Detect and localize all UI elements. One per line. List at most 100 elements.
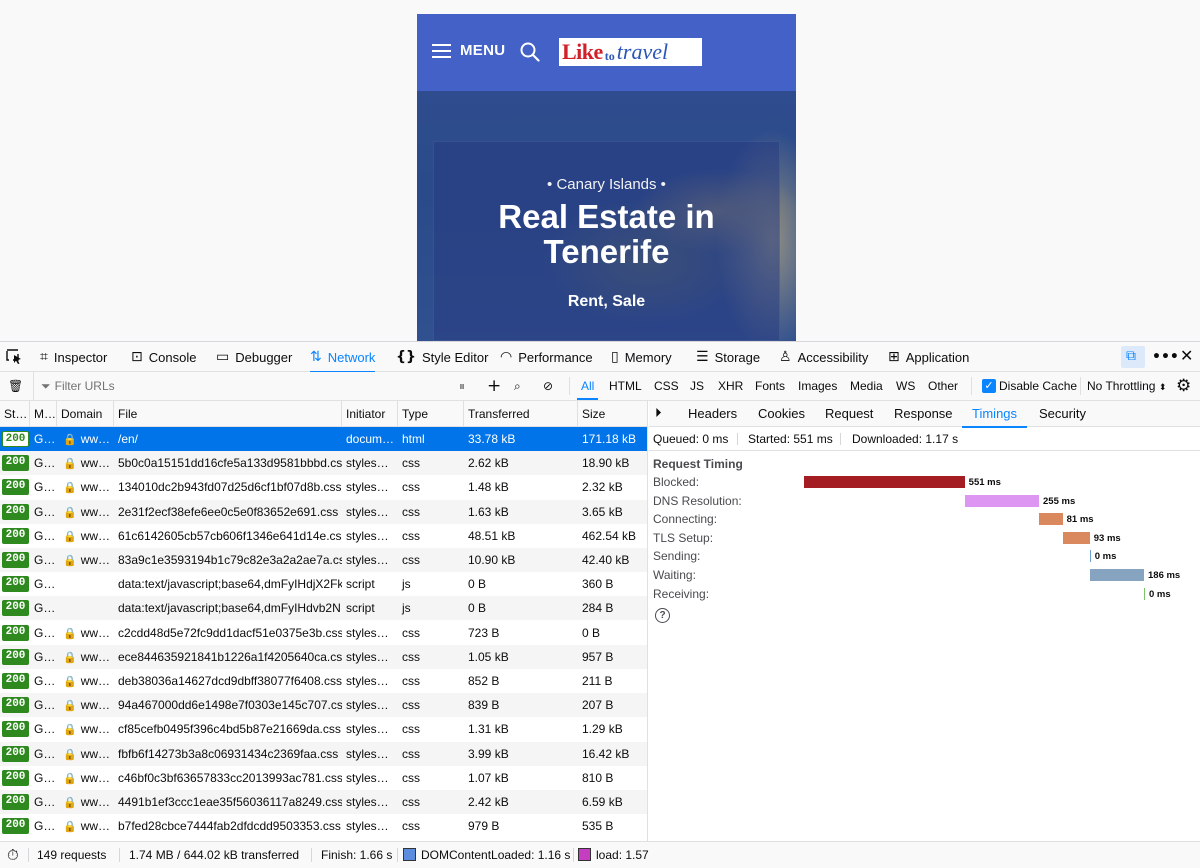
- request-row[interactable]: 200 G… 🔒 ww… cf85cefb0495f396c4bd5b87e21669d…: [0, 717, 647, 741]
- status-badge: 200: [2, 745, 29, 762]
- lock-icon: 🔒: [63, 626, 77, 640]
- help-icon[interactable]: ?: [655, 608, 670, 623]
- file-cell: 94a467000dd6e1498e7f0303e145c707.css: [118, 698, 342, 713]
- tab-headers[interactable]: Headers: [688, 401, 737, 427]
- col-size[interactable]: Size: [578, 401, 647, 427]
- request-row[interactable]: 200 G… 🔒 ww… b7fed28cbce7444fab2dfdcdd950335…: [0, 814, 647, 838]
- menu-button[interactable]: MENU: [432, 42, 505, 59]
- pause-icon[interactable]: ⏸: [459, 372, 465, 400]
- initiator-cell: styles…: [346, 649, 389, 664]
- queued-time: Queued: 0 ms: [653, 432, 729, 446]
- tab-accessibility[interactable]: ♙ Accessibility: [779, 342, 868, 372]
- tab-memory[interactable]: ▯ Memory: [611, 342, 672, 372]
- initiator-cell: styles…: [346, 674, 389, 688]
- stopwatch-icon[interactable]: ⏱: [7, 842, 19, 868]
- plus-icon[interactable]: +: [487, 372, 501, 400]
- filter-media[interactable]: Media: [850, 372, 883, 400]
- col-transferred[interactable]: Transferred: [464, 401, 578, 427]
- dom-loaded-marker: [403, 848, 416, 861]
- tab-debugger[interactable]: ▭ Debugger: [216, 342, 292, 372]
- disable-cache-label[interactable]: Disable Cache: [999, 372, 1077, 400]
- timing-bar: [1089, 569, 1144, 581]
- request-row[interactable]: 200 G… 🔒 ww… fbfb6f14273b3a8c06931434c2369fa…: [0, 741, 647, 766]
- request-row[interactable]: 200 G… 🔒 ww… 83a9c1e3593194b1c79c82e3a2a2ae7…: [0, 548, 647, 572]
- tab-request[interactable]: Request: [825, 401, 873, 427]
- file-cell: 5b0c0a15151dd16cfe5a133d9581bbbd.css: [118, 456, 342, 471]
- tab-console[interactable]: ⊡ Console: [131, 342, 196, 372]
- search-requests-icon[interactable]: ⌕: [514, 372, 521, 400]
- size-cell: 462.54 kB: [582, 528, 637, 543]
- filter-box: ⏷: [33, 372, 448, 400]
- col-status[interactable]: St…: [0, 401, 30, 427]
- request-row[interactable]: 200 G… 🔒 ww… deb38036a14627dcd9dbff38077f640…: [0, 669, 647, 693]
- filter-html[interactable]: HTML: [609, 372, 642, 400]
- throttling-select[interactable]: No Throttling ⬍: [1087, 372, 1166, 400]
- search-icon[interactable]: [520, 42, 540, 62]
- downloaded-time: Downloaded: 1.17 s: [852, 432, 959, 446]
- responsive-mode-button[interactable]: ⧉: [1121, 346, 1145, 368]
- tab-response[interactable]: Response: [894, 401, 953, 427]
- filter-js[interactable]: JS: [690, 372, 704, 400]
- domain-cell: 🔒 ww…: [57, 669, 114, 693]
- request-row[interactable]: 200 G… 🔒 ww… 5b0c0a15151dd16cfe5a133d9581bbb…: [0, 451, 647, 476]
- element-picker-icon[interactable]: [6, 349, 23, 365]
- tab-label: Console: [148, 349, 197, 365]
- lock-icon: 🔒: [63, 554, 77, 567]
- filter-fonts[interactable]: Fonts: [755, 372, 785, 400]
- col-file[interactable]: File: [114, 401, 342, 427]
- request-row[interactable]: 200 G… data:text/javascript;base64,dmFyIHd…: [0, 596, 647, 621]
- dom-content-loaded: DOMContentLoaded: 1.16 s: [403, 842, 570, 868]
- tab-storage[interactable]: ☰ Storage: [696, 342, 760, 372]
- filter-urls-input[interactable]: [54, 379, 435, 393]
- memory-chip-icon: ▯: [611, 349, 619, 365]
- domain-text: ww…: [80, 649, 111, 664]
- transferred-cell: 979 B: [468, 819, 500, 834]
- request-row[interactable]: 200 G… data:text/javascript;base64,dmFyIHd…: [0, 572, 647, 596]
- request-row[interactable]: 200 G… 🔒 ww… 134010dc2b943fd07d25d6cf1bf07d8…: [0, 475, 647, 499]
- tab-cookies[interactable]: Cookies: [758, 401, 805, 427]
- request-row[interactable]: 200 G… 🔒 ww… c2cdd48d5e72fc9dd1dacf51e0375e3…: [0, 621, 647, 645]
- tab-application[interactable]: ⊞ Application: [888, 342, 969, 372]
- filter-all[interactable]: All: [576, 372, 599, 400]
- close-icon[interactable]: ✕: [1180, 348, 1193, 364]
- method-cell: G…: [34, 649, 56, 664]
- status-badge: 200: [2, 721, 29, 738]
- col-method[interactable]: M…: [30, 401, 57, 427]
- tab-style-editor[interactable]: {} Style Editor: [396, 342, 488, 372]
- type-cell: css: [402, 456, 420, 471]
- request-row[interactable]: 200 G… 🔒 ww… 2e31f2ecf38efe6ee0c5e0f83652e69…: [0, 499, 647, 524]
- filter-images[interactable]: Images: [798, 372, 837, 400]
- more-options-icon[interactable]: •••: [1152, 350, 1179, 364]
- request-row[interactable]: 200 G… 🔒 ww…/en/docum… html 33.78 kB 171.18 kB: [0, 427, 647, 451]
- timing-bar: [1089, 550, 1091, 563]
- filter-css[interactable]: CSS: [654, 372, 679, 400]
- trash-icon[interactable]: 🗑: [8, 372, 23, 400]
- transferred-cell: 2.42 kB: [468, 795, 509, 809]
- filter-xhr[interactable]: XHR: [718, 372, 743, 400]
- method-cell: G…: [34, 625, 56, 640]
- request-row[interactable]: 200 G… 🔒 ww… c46bf0c3bf63657833cc2013993ac78…: [0, 766, 647, 790]
- toggle-sidebar-icon[interactable]: ⏵: [655, 407, 662, 421]
- col-type[interactable]: Type: [398, 401, 464, 427]
- request-row[interactable]: 200 G… 🔒 ww… 94a467000dd6e1498e7f0303e145c70…: [0, 693, 647, 718]
- filter-ws[interactable]: WS: [896, 372, 915, 400]
- started-time: Started: 551 ms: [748, 432, 833, 446]
- col-domain[interactable]: Domain: [57, 401, 114, 427]
- timing-value: 255 ms: [1043, 495, 1076, 507]
- block-icon[interactable]: ⊘: [543, 372, 553, 400]
- request-row[interactable]: 200 G… 🔒 ww… ece844635921841b1226a1f4205640c…: [0, 644, 647, 669]
- filter-other[interactable]: Other: [928, 372, 958, 400]
- settings-gear-icon[interactable]: ⚙: [1176, 372, 1191, 400]
- tab-security[interactable]: Security: [1039, 401, 1086, 427]
- tab-network[interactable]: ⇅ Network: [310, 342, 376, 373]
- size-cell: 360 B: [582, 577, 614, 592]
- tab-inspector[interactable]: ⌗ Inspector: [40, 342, 107, 372]
- col-initiator[interactable]: Initiator: [342, 401, 398, 427]
- request-row[interactable]: 200 G… 🔒 ww… 4491b1ef3ccc1eae35f56036117a824…: [0, 790, 647, 814]
- disable-cache-checkbox[interactable]: ✓: [982, 379, 996, 393]
- tab-performance[interactable]: ◠ Performance: [500, 342, 593, 372]
- tab-timings[interactable]: Timings: [961, 401, 1028, 428]
- site-logo[interactable]: Like to travel: [559, 38, 702, 66]
- request-row[interactable]: 200 G… 🔒 ww… 61c6142605cb57cb606f1346e641d14…: [0, 524, 647, 548]
- domain-text: ww…: [80, 480, 111, 495]
